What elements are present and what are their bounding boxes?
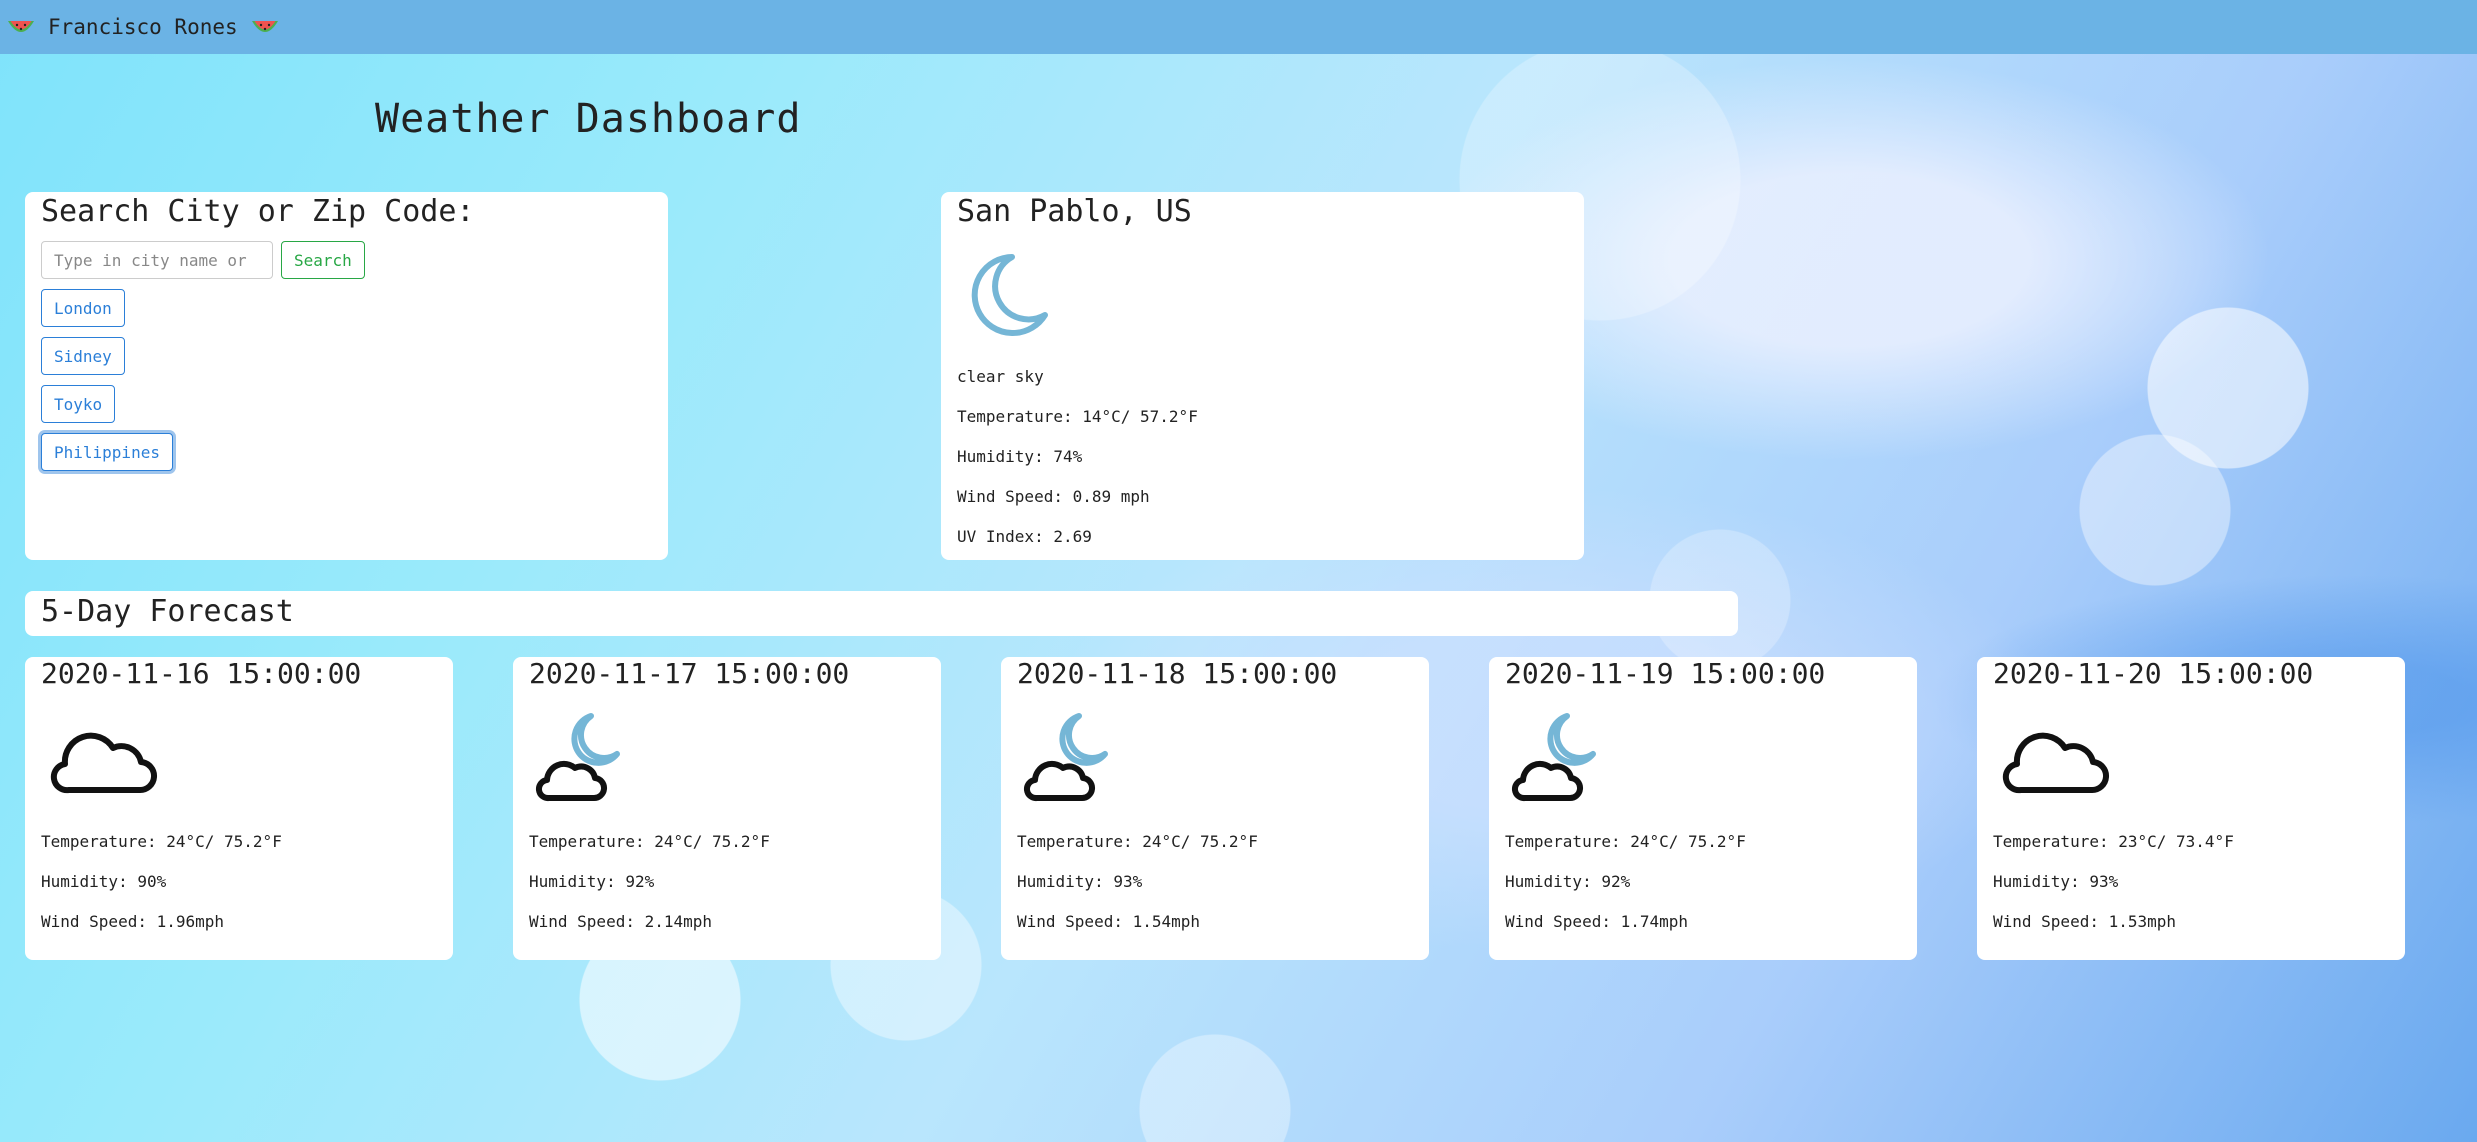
forecast-humidity: Humidity: 93% bbox=[1993, 872, 2119, 891]
search-heading: Search City or Zip Code: bbox=[41, 194, 475, 229]
cloud-icon bbox=[50, 732, 158, 794]
forecast-day-card: 2020-11-19 15:00:00 Temperature: 24°C/ 7… bbox=[1489, 657, 1917, 960]
search-history-list: London Sidney Toyko Philippines bbox=[41, 289, 652, 471]
forecast-day-card: 2020-11-20 15:00:00 Temperature: 23°C/ 7… bbox=[1977, 657, 2405, 960]
forecast-heading: 5-Day Forecast bbox=[41, 594, 294, 629]
forecast-temperature: Temperature: 24°C/ 75.2°F bbox=[41, 832, 282, 851]
history-city-button[interactable]: Toyko bbox=[41, 385, 116, 423]
forecast-day-card: 2020-11-17 15:00:00 Temperature: 24°C/ 7… bbox=[513, 657, 941, 960]
brand[interactable]: Francisco Rones bbox=[6, 15, 280, 39]
forecast-wind-speed: Wind Speed: 2.14mph bbox=[529, 912, 713, 931]
forecast-date: 2020-11-20 15:00:00 bbox=[1993, 657, 2314, 690]
forecast-humidity: Humidity: 90% bbox=[41, 872, 167, 891]
forecast-wind-speed: Wind Speed: 1.74mph bbox=[1505, 912, 1689, 931]
forecast-date: 2020-11-19 15:00:00 bbox=[1505, 657, 1826, 690]
watermelon-icon bbox=[8, 21, 34, 32]
history-city-button[interactable]: Philippines bbox=[41, 433, 173, 471]
forecast-temperature: Temperature: 23°C/ 73.4°F bbox=[1993, 832, 2234, 851]
top-navbar: Francisco Rones bbox=[0, 0, 2477, 54]
forecast-temperature: Temperature: 24°C/ 75.2°F bbox=[1017, 832, 1258, 851]
current-uv-index: UV Index: 2.69 bbox=[957, 527, 1092, 546]
current-city-name: San Pablo, US bbox=[957, 194, 1192, 229]
forecast-day-card: 2020-11-16 15:00:00 Temperature: 24°C/ 7… bbox=[25, 657, 453, 960]
forecast-date: 2020-11-18 15:00:00 bbox=[1017, 657, 1338, 690]
search-button[interactable]: Search bbox=[281, 241, 365, 279]
current-wind-speed: Wind Speed: 0.89 mph bbox=[957, 487, 1150, 506]
brand-name: Francisco Rones bbox=[48, 15, 238, 39]
forecast-header: 5-Day Forecast bbox=[25, 591, 1738, 636]
forecast-wind-speed: Wind Speed: 1.54mph bbox=[1017, 912, 1201, 931]
watermelon-icon bbox=[251, 21, 278, 32]
forecast-wind-speed: Wind Speed: 1.96mph bbox=[41, 912, 225, 931]
forecast-humidity: Humidity: 92% bbox=[529, 872, 655, 891]
forecast-humidity: Humidity: 92% bbox=[1505, 872, 1631, 891]
weather-description: clear sky bbox=[957, 367, 1044, 386]
cloud-moon-icon bbox=[536, 713, 620, 802]
history-city-button[interactable]: London bbox=[41, 289, 125, 327]
cloud-icon bbox=[2002, 732, 2110, 794]
forecast-date: 2020-11-17 15:00:00 bbox=[529, 657, 850, 690]
cloud-moon-icon bbox=[1024, 713, 1108, 802]
forecast-day-card: 2020-11-18 15:00:00 Temperature: 24°C/ 7… bbox=[1001, 657, 1429, 960]
moon-icon bbox=[971, 254, 1048, 336]
cloud-moon-icon bbox=[1512, 713, 1596, 802]
current-humidity: Humidity: 74% bbox=[957, 447, 1083, 466]
history-city-button[interactable]: Sidney bbox=[41, 337, 125, 375]
forecast-date: 2020-11-16 15:00:00 bbox=[41, 657, 362, 690]
forecast-temperature: Temperature: 24°C/ 75.2°F bbox=[1505, 832, 1746, 851]
forecast-wind-speed: Wind Speed: 1.53mph bbox=[1993, 912, 2177, 931]
forecast-humidity: Humidity: 93% bbox=[1017, 872, 1143, 891]
search-panel: Search City or Zip Code: Search London S… bbox=[25, 192, 668, 560]
current-temperature: Temperature: 14°C/ 57.2°F bbox=[957, 407, 1198, 426]
page-title: Weather Dashboard bbox=[375, 96, 802, 142]
search-row: Search bbox=[41, 241, 652, 279]
forecast-temperature: Temperature: 24°C/ 75.2°F bbox=[529, 832, 770, 851]
city-search-input[interactable] bbox=[41, 241, 273, 279]
current-weather-panel: San Pablo, US clear sky Temperature: 14°… bbox=[941, 192, 1584, 560]
